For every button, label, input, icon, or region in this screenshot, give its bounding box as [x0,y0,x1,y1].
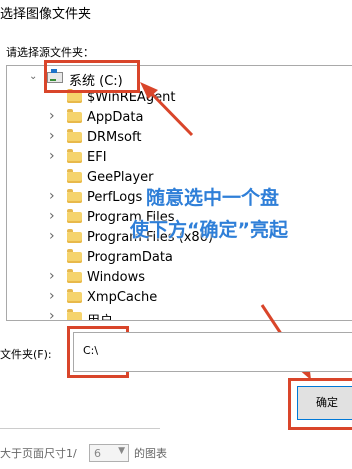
tree-item-label: PerfLogs [87,190,143,205]
annotation-line1: 随意选中一个盘 [146,187,280,209]
tree-item[interactable]: › EFI [7,148,352,168]
tree-item-label: ProgramData [87,250,173,265]
chevron-right-icon[interactable]: › [49,268,55,284]
bottom-suffix: 的图表 [134,447,167,460]
chevron-right-icon[interactable]: › [49,208,55,224]
window-title: 选择图像文件夹 [0,7,92,22]
folder-field-label: 文件夹(F): [0,348,52,361]
tree-item[interactable]: › 用户 [7,308,352,320]
tree-item-label: XmpCache [87,290,158,305]
folder-path-box[interactable] [73,332,352,372]
highlight-drive [44,60,140,93]
tree-item-label: GeePlayer [87,170,154,185]
folder-icon [67,309,82,320]
folder-icon [67,109,82,123]
spinner-value: 6 [94,447,101,460]
tree-item[interactable]: › AppData [7,108,352,128]
title-bar: 选择图像文件夹 [0,0,352,24]
folder-icon [67,249,82,263]
chevron-right-icon[interactable]: › [49,108,55,124]
tree-item-label: EFI [87,150,107,165]
chevron-right-icon[interactable]: › [49,188,55,204]
tree-item[interactable]: › Windows [7,268,352,288]
tree-item[interactable]: › DRMsoft [7,128,352,148]
folder-icon [67,149,82,163]
tree-item-label: AppData [87,110,144,125]
folder-icon [67,169,82,183]
annotation-line2: 使下方“确定”亮起 [130,219,288,241]
folder-icon [67,229,82,243]
folder-icon [67,289,82,303]
tree-item[interactable]: › XmpCache [7,288,352,308]
page-fraction-spinner[interactable]: 6 ▼ [89,444,129,462]
chevron-right-icon[interactable]: › [49,308,55,320]
tree-item[interactable]: ProgramData [7,248,352,268]
ok-button[interactable]: 确定 [297,386,352,420]
chevron-right-icon[interactable]: › [49,148,55,164]
folder-icon [67,129,82,143]
bottom-prefix: 大于页面尺寸1/ [0,447,77,460]
chevron-right-icon[interactable]: › [49,228,55,244]
folder-icon [67,209,82,223]
divider [0,428,160,439]
folder-path-input[interactable] [81,343,285,358]
chevron-down-icon[interactable]: ⌄ [29,71,37,82]
tree-item-label: 用户 [87,310,113,320]
prompt-label: 请选择源文件夹： [6,46,94,59]
chevron-right-icon[interactable]: › [49,288,55,304]
tree-item-label: Windows [87,270,146,285]
tree-item-label: DRMsoft [87,130,142,145]
chevron-down-icon[interactable]: ▼ [118,446,125,456]
folder-icon [67,269,82,283]
folder-icon [67,89,82,103]
chevron-right-icon[interactable]: › [49,128,55,144]
folder-icon [67,189,82,203]
